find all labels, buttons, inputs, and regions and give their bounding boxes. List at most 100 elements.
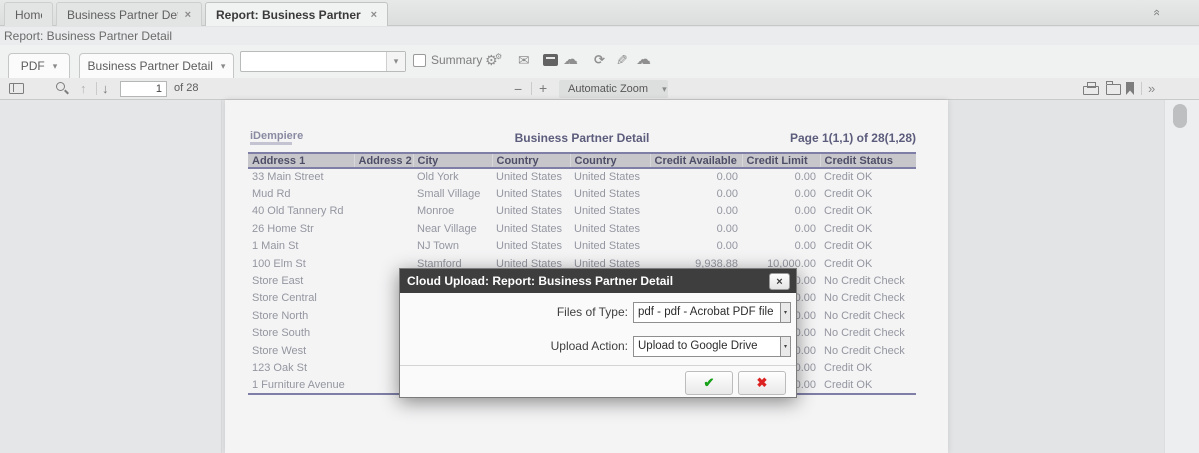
tab-bpd-label: Business Partner Detail [67,8,178,22]
divider [1141,82,1142,95]
cloud-download-icon[interactable]: ☁↓ [563,52,578,68]
table-cell: Credit OK [820,203,916,220]
send-mail-icon[interactable]: ✉ [518,52,530,68]
open-file-icon[interactable] [1106,84,1121,95]
table-cell: Store North [248,307,354,324]
bookmark-icon[interactable] [1126,82,1134,95]
customize-wand-icon[interactable]: ✎ [616,52,628,68]
more-tools-icon[interactable]: » [1148,81,1155,96]
table-cell: 0.00 [650,238,742,255]
next-page-button[interactable]: ↓ [102,81,109,96]
column-header: Address 1 [248,153,354,168]
summary-label: Summary [431,53,482,67]
breadcrumb: Report: Business Partner Detail [0,27,1199,45]
close-icon[interactable]: × [769,273,790,290]
tab-report-business-partner-detail[interactable]: Report: Business Partner De... × [205,2,388,26]
table-cell: Mud Rd [248,185,354,202]
summary-checkbox[interactable] [413,54,426,67]
table-cell [354,203,413,220]
table-cell: United States [492,220,570,237]
previous-page-button[interactable]: ↑ [80,81,87,96]
table-cell: 0.00 [650,168,742,185]
cloud-upload-icon[interactable]: ☁↑ [636,52,651,68]
cancel-button[interactable]: ✖ [738,371,786,395]
dialog-separator [400,365,796,366]
table-cell: Small Village [413,185,492,202]
scrollbar-thumb[interactable] [1173,104,1187,128]
table-cell: 1 Furniture Avenue [248,377,354,394]
dropdown-arrow-button[interactable]: ▾ [780,337,790,356]
search-icon[interactable] [56,82,65,91]
report-page-info: Page 1(1,1) of 28(1,28) [248,131,916,145]
table-cell: No Credit Check [820,290,916,307]
export-format-select[interactable]: PDF ▾ [8,53,70,78]
table-cell: 0.00 [742,185,820,202]
sidebar-toggle-icon[interactable] [9,83,24,94]
table-cell [354,220,413,237]
table-cell: 0.00 [742,203,820,220]
chevron-down-icon: ▾ [662,84,667,95]
table-cell: 123 Oak St [248,359,354,376]
upload-action-row: Upload Action: Upload to Google Drive ▾ [400,336,796,357]
viewer-left-gutter [0,100,222,453]
cloud-upload-dialog: Cloud Upload: Report: Business Partner D… [399,268,797,398]
report-view-select[interactable]: Business Partner Detail ▾ [79,53,234,78]
print-format-value [241,52,386,71]
zoom-level-select[interactable]: Automatic Zoom ▾ [559,80,668,98]
column-header: Credit Available [650,153,742,168]
table-cell: NJ Town [413,238,492,255]
table-cell: Near Village [413,220,492,237]
divider [96,82,97,95]
pdf-viewer-toolbar: ↑ ↓ of 28 − + Automatic Zoom ▾ » [0,78,1199,100]
table-cell: No Credit Check [820,272,916,289]
tab-business-partner-detail[interactable]: Business Partner Detail × [56,2,202,26]
chevron-down-icon: ▾ [784,343,787,350]
table-cell: 0.00 [650,185,742,202]
table-cell: United States [570,185,650,202]
table-cell: 100 Elm St [248,255,354,272]
table-cell: 0.00 [742,220,820,237]
table-cell: Old York [413,168,492,185]
print-icon[interactable] [1083,86,1099,95]
dropdown-arrow-button[interactable]: ▾ [780,303,790,322]
report-view-value: Business Partner Detail [88,59,213,73]
close-icon[interactable]: × [371,10,377,20]
close-icon[interactable]: × [185,10,191,20]
zoom-in-button[interactable]: + [539,80,547,96]
column-header: Credit Limit [742,153,820,168]
table-cell: United States [570,238,650,255]
combobox-dropdown-button[interactable]: ▾ [386,52,405,71]
table-cell: United States [570,203,650,220]
page-count-label: of 28 [174,82,198,94]
upload-action-select[interactable]: Upload to Google Drive ▾ [633,336,791,357]
table-row: 40 Old Tannery Rd Monroe United States U… [248,203,916,220]
table-cell: Credit OK [820,377,916,394]
table-cell: 0.00 [650,203,742,220]
files-of-type-select[interactable]: pdf - pdf - Acrobat PDF file ▾ [633,302,791,323]
table-cell: Credit OK [820,255,916,272]
refresh-icon[interactable]: ⟳ [594,52,605,68]
table-cell: Credit OK [820,220,916,237]
table-cell: Store East [248,272,354,289]
chevron-down-icon: ▾ [394,56,399,67]
archive-icon[interactable] [543,54,558,66]
process-icon[interactable]: ⚙⚙ [485,52,498,68]
table-cell [354,168,413,185]
zoom-out-button[interactable]: − [514,81,522,97]
page-number-input[interactable] [120,81,167,97]
table-cell: 1 Main St [248,238,354,255]
confirm-button[interactable]: ✔ [685,371,733,395]
zoom-level-value: Automatic Zoom [568,83,648,95]
tab-bar: Home Business Partner Detail × Report: B… [0,0,1199,26]
chevron-down-icon: ▾ [784,309,787,316]
collapse-header-icon[interactable]: » [1149,10,1163,16]
export-format-value: PDF [21,59,45,73]
table-cell: United States [492,168,570,185]
print-format-combobox[interactable]: ▾ [240,51,406,72]
table-cell: 0.00 [742,168,820,185]
tab-home[interactable]: Home [4,2,53,26]
table-cell: Store Central [248,290,354,307]
upload-action-label: Upload Action: [400,339,628,353]
column-header: Country [570,153,650,168]
scrollbar[interactable] [1164,100,1199,453]
